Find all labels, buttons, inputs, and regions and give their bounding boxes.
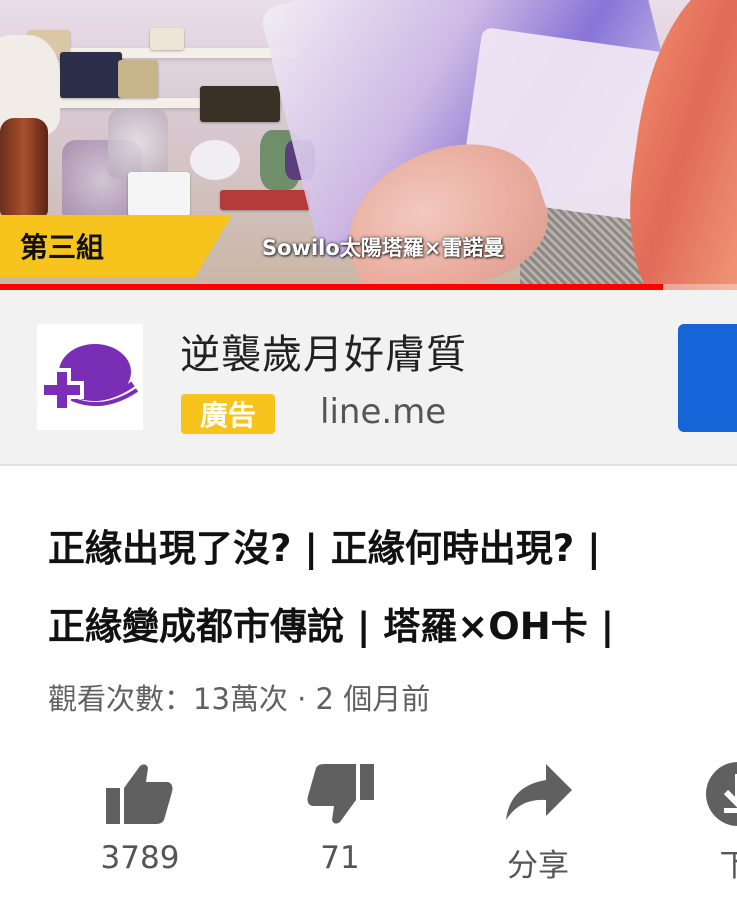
- video-title-line: 正緣變成都市傳說 | 塔羅×OH卡 |: [48, 605, 615, 648]
- tarot-card-thumbnail: [60, 52, 122, 98]
- ad-title[interactable]: 逆襲歲月好膚質: [180, 322, 467, 380]
- dislike-button[interactable]: 71: [240, 750, 440, 900]
- tarot-card-thumbnail: [150, 28, 184, 50]
- action-row: 3789 71 分享 下: [0, 750, 737, 920]
- ad-logo[interactable]: [37, 324, 143, 430]
- thumbs-up-icon: [106, 764, 173, 824]
- video-player[interactable]: 第三組 Sowilo太陽塔羅×雷諾曼: [0, 0, 737, 290]
- like-button[interactable]: 3789: [40, 750, 240, 900]
- video-meta: 觀看次數：13萬次 · 2 個月前: [48, 682, 431, 716]
- digital-clock: [128, 172, 190, 216]
- share-arrow-icon: [506, 764, 572, 820]
- crystal-cluster: [190, 140, 240, 180]
- ad-domain[interactable]: line.me: [320, 392, 446, 432]
- dislike-count: 71: [320, 840, 360, 876]
- download-button[interactable]: 下: [620, 750, 737, 900]
- group-label-overlay: 第三組: [0, 215, 232, 277]
- ad-panel[interactable]: 逆襲歲月好膚質 廣告 line.me: [0, 290, 737, 466]
- tarot-card-thumbnail: [118, 60, 158, 98]
- share-button[interactable]: 分享: [438, 750, 638, 900]
- download-label: 下: [719, 848, 737, 884]
- crystal-jar: [108, 108, 168, 178]
- download-icon: [706, 762, 737, 826]
- like-count: 3789: [100, 840, 180, 876]
- video-title-line: 正緣出現了沒? | 正緣何時出現? |: [48, 527, 601, 570]
- video-title[interactable]: 正緣出現了沒? | 正緣何時出現? | 正緣變成都市傳說 | 塔羅×OH卡 |: [48, 510, 737, 666]
- channel-caption-overlay: Sowilo太陽塔羅×雷諾曼: [262, 236, 505, 260]
- book: [220, 190, 310, 210]
- ad-badge: 廣告: [181, 394, 275, 434]
- candle-jar: [0, 118, 48, 218]
- share-label: 分享: [507, 848, 569, 884]
- thumbs-down-icon: [307, 764, 374, 824]
- tarot-card-thumbnail: [200, 86, 280, 122]
- purple-cross-logo-icon: [40, 344, 139, 412]
- ad-cta-button[interactable]: [678, 324, 737, 432]
